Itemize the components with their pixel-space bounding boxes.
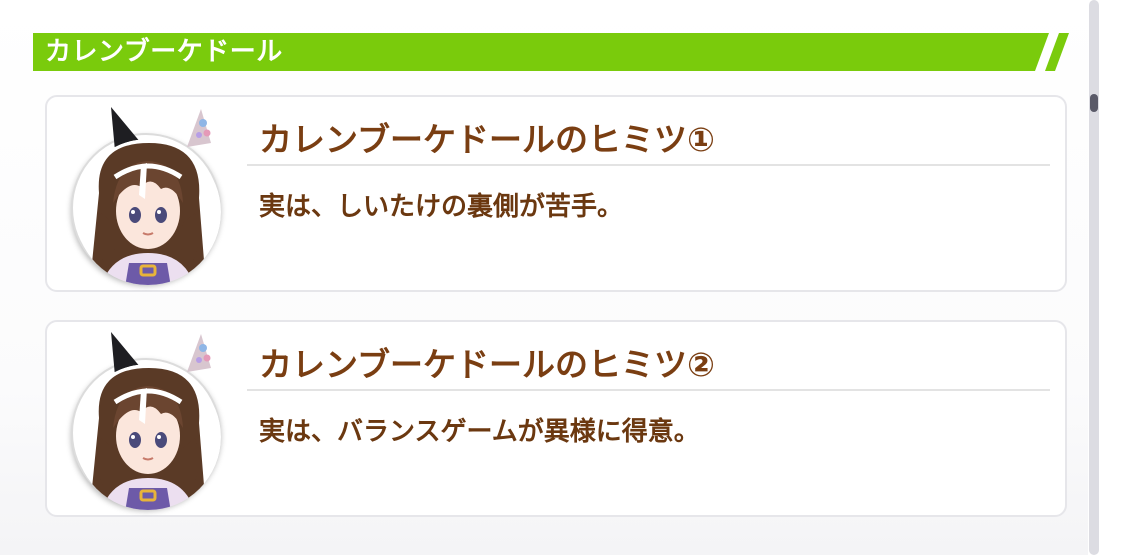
section-title: カレンブーケドール [45, 37, 283, 67]
scrollbar-rail[interactable] [1089, 0, 1099, 555]
character-avatar [71, 332, 221, 510]
content-panel: カレンブーケドール カレンブーケドールのヒミツ① 実は、しいたけの裏側が苦手。 … [0, 0, 1088, 555]
card-body: 実は、バランスゲームが異様に得意。 [259, 417, 700, 447]
card-title: カレンブーケドールのヒミツ① [259, 120, 715, 159]
card-title: カレンブーケドールのヒミツ② [259, 345, 715, 384]
card-divider [247, 164, 1050, 166]
character-avatar [71, 107, 221, 285]
card-divider [247, 389, 1050, 391]
secret-card: カレンブーケドールのヒミツ① 実は、しいたけの裏側が苦手。 [45, 95, 1067, 292]
secret-card: カレンブーケドールのヒミツ② 実は、バランスゲームが異様に得意。 [45, 320, 1067, 517]
character-portrait-icon [75, 107, 221, 285]
section-header: カレンブーケドール [33, 33, 1073, 71]
scrollbar-thumb[interactable] [1090, 94, 1098, 112]
character-portrait-icon [75, 332, 221, 510]
card-body: 実は、しいたけの裏側が苦手。 [259, 192, 624, 222]
